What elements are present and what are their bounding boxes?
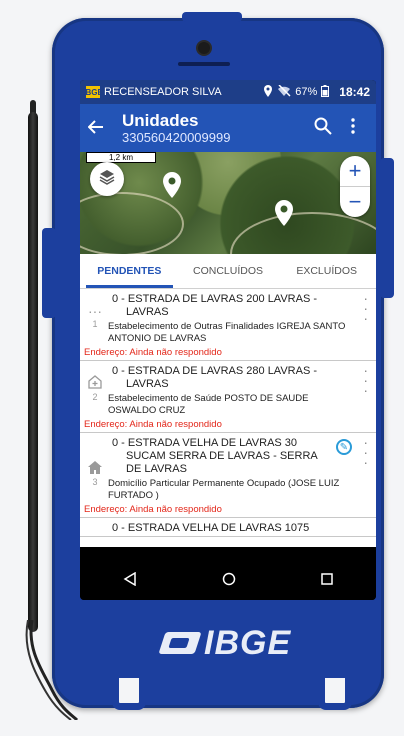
battery-percent: 67%: [295, 86, 318, 98]
edit-icon[interactable]: ✎: [336, 439, 352, 455]
map-marker-icon[interactable]: [162, 172, 182, 198]
unit-address: 0 - ESTRADA VELHA DE LAVRAS 30 SUCAM SER…: [112, 437, 346, 476]
search-icon[interactable]: [308, 117, 338, 140]
unit-address-line1: 0 - ESTRADA VELHA DE LAVRAS 30: [112, 437, 298, 449]
unit-number: 1: [92, 319, 98, 329]
app-notification-icon: IBGE: [83, 86, 103, 98]
map-road: [80, 192, 184, 254]
unit-status: Endereço: Ainda não respondido: [84, 347, 222, 358]
unit-address-line1: 0 - ESTRADA DE LAVRAS 280 LAVRAS -: [112, 365, 318, 377]
phone-screen: IBGE RECENSEADOR SILVA 67% 18:42 Unidade…: [80, 80, 376, 600]
status-time: 18:42: [339, 85, 370, 99]
unit-status: Endereço: Ainda não respondido: [84, 419, 222, 430]
device-left-bumper: [42, 228, 56, 318]
unit-address-line2: LAVRAS: [126, 306, 169, 318]
front-camera: [198, 42, 210, 54]
status-app-name: RECENSEADOR SILVA: [104, 86, 222, 98]
status-bar: IBGE RECENSEADOR SILVA 67% 18:42: [80, 80, 376, 104]
map-layers-button[interactable]: [90, 162, 124, 196]
other-purpose-icon: ···: [88, 303, 102, 319]
earpiece-speaker: [178, 62, 230, 66]
map-view[interactable]: 1,2 km + −: [80, 152, 376, 254]
device-foot-right: [318, 678, 352, 710]
nav-home-icon[interactable]: [222, 572, 236, 591]
unit-description: Domicílio Particular Permanente Ocupado …: [108, 478, 340, 501]
location-icon: [263, 84, 273, 100]
tab-excluidos[interactable]: EXCLUÍDOS: [277, 254, 376, 288]
unit-address-line1: 0 - ESTRADA VELHA DE LAVRAS 1075: [112, 522, 310, 534]
stylus: [28, 112, 38, 632]
overflow-menu-icon[interactable]: [338, 117, 368, 139]
system-nav-bar: [80, 562, 376, 600]
unit-address-line1: 0 - ESTRADA DE LAVRAS 200 LAVRAS -: [112, 293, 318, 305]
units-list: ··· 1 0 - ESTRADA DE LAVRAS 200 LAVRAS -…: [80, 289, 376, 547]
device-logo-text: IBGE: [204, 623, 292, 662]
nav-back-icon[interactable]: [123, 571, 137, 591]
device-right-bumper: [380, 158, 394, 298]
tab-bar: PENDENTES CONCLUÍDOS EXCLUÍDOS: [80, 254, 376, 289]
health-facility-icon: [80, 375, 110, 392]
page-subtitle: 330560420009999: [122, 129, 231, 145]
list-item[interactable]: 3 0 - ESTRADA VELHA DE LAVRAS 30 SUCAM S…: [80, 433, 376, 518]
unit-number: 3: [92, 477, 98, 487]
device-foot-left: [112, 678, 146, 710]
unit-status: Endereço: Ainda não respondido: [84, 504, 222, 515]
list-item[interactable]: 2 0 - ESTRADA DE LAVRAS 280 LAVRAS - LAV…: [80, 361, 376, 433]
tab-concluidos[interactable]: CONCLUÍDOS: [179, 254, 278, 288]
wifi-off-icon: [277, 83, 291, 100]
map-marker-icon[interactable]: [274, 200, 294, 226]
item-menu-icon[interactable]: · · ·: [363, 435, 368, 469]
device-top-bumper: [182, 12, 242, 22]
home-icon: [80, 461, 110, 477]
layers-icon: [99, 169, 115, 190]
unit-address-line2: LAVRAS: [126, 378, 169, 390]
nav-recents-icon[interactable]: [321, 572, 334, 590]
zoom-out-button[interactable]: −: [340, 187, 370, 217]
map-zoom-control: + −: [340, 156, 370, 217]
tab-pendentes[interactable]: PENDENTES: [80, 254, 179, 288]
map-road: [230, 212, 376, 254]
unit-description: Estabelecimento de Outras Finalidades IG…: [108, 321, 346, 344]
unit-description: Estabelecimento de Saúde POSTO DE SAUDE …: [108, 393, 309, 416]
ibge-logo-mark: [158, 632, 202, 654]
battery-icon: [321, 84, 330, 100]
app-bar: Unidades 330560420009999: [80, 104, 376, 152]
unit-address-line2: SUCAM SERRA DE LAVRAS - SERRA DE LAVRAS: [126, 450, 318, 475]
item-menu-icon[interactable]: · · ·: [363, 363, 368, 397]
unit-address: 0 - ESTRADA DE LAVRAS 200 LAVRAS - LAVRA…: [112, 293, 346, 319]
unit-number: 2: [92, 392, 98, 402]
map-scale-bar: 1,2 km: [86, 152, 156, 163]
zoom-in-button[interactable]: +: [340, 156, 370, 186]
back-arrow-icon[interactable]: [87, 117, 122, 140]
device-logo: IBGE: [158, 623, 292, 662]
item-menu-icon[interactable]: · · ·: [363, 291, 368, 325]
list-item[interactable]: ··· 1 0 - ESTRADA DE LAVRAS 200 LAVRAS -…: [80, 289, 376, 361]
unit-address: 0 - ESTRADA DE LAVRAS 280 LAVRAS - LAVRA…: [112, 365, 346, 391]
list-item[interactable]: 0 - ESTRADA VELHA DE LAVRAS 1075: [80, 518, 376, 537]
page-title: Unidades: [122, 110, 199, 130]
